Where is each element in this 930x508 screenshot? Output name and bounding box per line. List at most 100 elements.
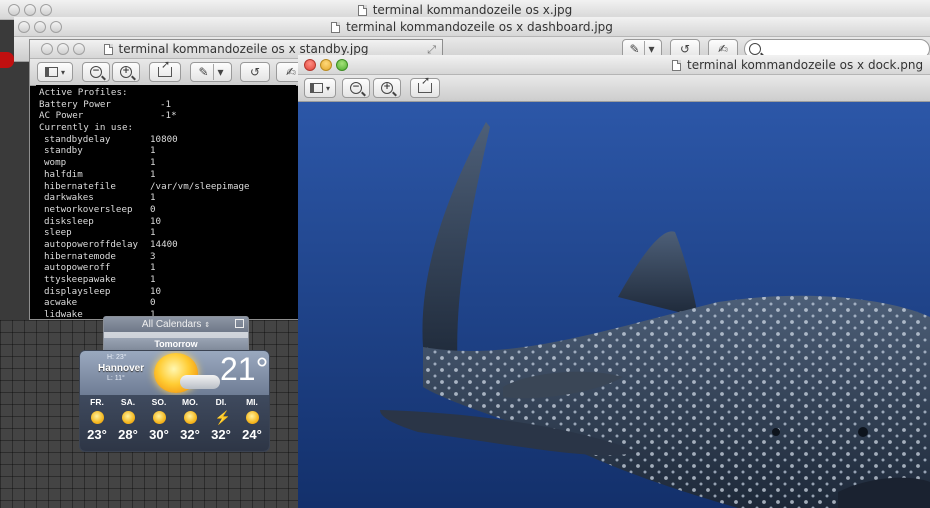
window-dock: terminal kommandozeile os x dock.png ▾ −… [298,55,930,508]
minimize-button[interactable] [34,21,46,33]
forecast-day-label: DI. [215,397,227,407]
sun-icon [121,411,135,424]
window-dashboard-titlebar[interactable]: terminal kommandozeile os x dashboard.jp… [14,17,930,37]
forecast-day: SA. 28° [113,395,143,442]
view-menu-button[interactable]: ▾ [304,78,336,98]
close-button[interactable] [41,43,53,55]
terminal-line: networkoversleep 0 [39,204,296,216]
terminal-value: 1 [150,274,156,285]
sidebar-icon [44,67,58,77]
terminal-value: 10800 [150,133,178,145]
zoom-out-button[interactable]: − [342,78,370,98]
terminal-line: disksleep 10 [39,216,296,228]
zoom-button[interactable] [40,4,52,16]
close-button[interactable] [18,21,30,33]
terminal-line: standbydelay 10800 [39,134,296,146]
terminal-key: autopoweroff [44,262,111,274]
terminal-line: displaysleep 10 [39,286,296,298]
terminal-value: 1 [150,262,156,274]
forecast-day: MO. 32° [175,395,205,442]
sun-cloud-icon [183,411,197,424]
forecast-day: SO. 30° [144,395,174,442]
sidebar-icon [309,83,323,93]
zoom-button[interactable] [73,43,85,55]
share-button[interactable] [149,58,181,82]
terminal-key: autopoweroffdelay [44,238,139,250]
minimize-button[interactable] [24,4,36,16]
sun-icon [90,411,104,424]
forecast-day: DI. ⚡ 32° [206,395,236,442]
dashboard-close-badge [0,52,14,68]
storm-icon: ⚡ [214,410,231,425]
terminal-line: Battery Power -1 [39,99,296,111]
minimize-button[interactable] [320,59,332,71]
zoom-button[interactable] [336,59,348,71]
forecast-day-label: MO. [181,397,199,407]
minimize-button[interactable] [57,43,69,55]
terminal-key: Battery Power [39,98,111,110]
terminal-line: Active Profiles: [39,87,128,98]
terminal-value: 10 [150,215,162,227]
terminal-line: ttyskeepawake 1 [39,274,296,286]
close-button[interactable] [304,59,316,71]
zoom-out-button[interactable]: − [82,62,110,82]
search-icon [749,43,761,55]
terminal-value: /var/vm/sleepimage [150,180,250,192]
terminal-line: standby 1 [39,145,296,157]
terminal-line: halfdim 1 [39,169,296,181]
terminal-value: 1 [150,227,156,239]
annotate-button[interactable]: ✎ ▾ [190,62,232,82]
terminal-key: womp [44,157,67,169]
window-dock-titlebar[interactable]: terminal kommandozeile os x dock.png [298,55,930,75]
terminal-value: 1 [150,145,156,157]
terminal-key: acwake [44,297,78,309]
zoom-in-button[interactable]: + [373,78,401,98]
zoom-out-icon: − [90,66,102,78]
terminal-output: Active Profiles: Battery Power -1 AC Power -… [36,85,296,318]
forecast-day-label: MI. [246,397,258,407]
terminal-key: standbydelay [44,133,111,145]
share-icon [158,58,172,77]
close-button[interactable] [8,4,20,16]
terminal-value: 14400 [150,238,178,250]
calendar-icon[interactable] [235,319,244,328]
view-menu-button[interactable]: ▾ [37,62,73,82]
weather-city: Hannover [98,363,145,374]
terminal-key: displaysleep [44,285,111,297]
dock-toolbar: ▾ − + [298,74,930,102]
terminal-key: AC Power [39,110,84,122]
document-icon [357,4,367,16]
terminal-value: 0 [150,297,156,309]
forecast-temp: 32° [211,427,231,442]
zoom-button[interactable] [50,21,62,33]
calendar-selector[interactable]: All Calendars [142,319,201,330]
forecast-day-label: SA. [120,397,136,407]
terminal-value: -1 [160,98,172,110]
terminal-key: lidwake [44,309,83,318]
zoom-in-button[interactable]: + [112,62,140,82]
terminal-key: halfdim [44,168,83,180]
calendar-header[interactable]: All Calendars ⇕ [104,317,248,332]
terminal-value: 1 [150,157,156,169]
terminal-value: 0 [150,203,156,215]
terminal-key: sleep [44,227,72,239]
window-title: terminal kommandozeile os x dock.png [687,58,924,72]
terminal-value: 3 [150,250,156,262]
weather-widget[interactable]: H: 23° Hannover L: 11° 21° FR. 23° SA. 28° S… [79,350,270,452]
forecast-day-label: FR. [90,397,104,407]
rotate-button[interactable]: ↺ [240,62,270,82]
terminal-key: ttyskeepawake [44,274,116,285]
share-icon [418,74,432,93]
forecast-day-label: SO. [151,397,167,407]
window-title: terminal kommandozeile os x dashboard.jp… [346,20,613,34]
terminal-line: darkwakes 1 [39,192,296,204]
forecast-day: MI. 24° [237,395,267,442]
zoom-out-icon: − [350,82,362,94]
whale-shark-photo [298,102,930,508]
terminal-value: 1 [150,168,156,180]
terminal-line: womp 1 [39,157,296,169]
sun-cloud-icon [152,411,166,424]
weather-current-temp: 21° [220,351,269,387]
share-button[interactable] [410,74,440,98]
terminal-line: Currently in use: [39,122,134,134]
